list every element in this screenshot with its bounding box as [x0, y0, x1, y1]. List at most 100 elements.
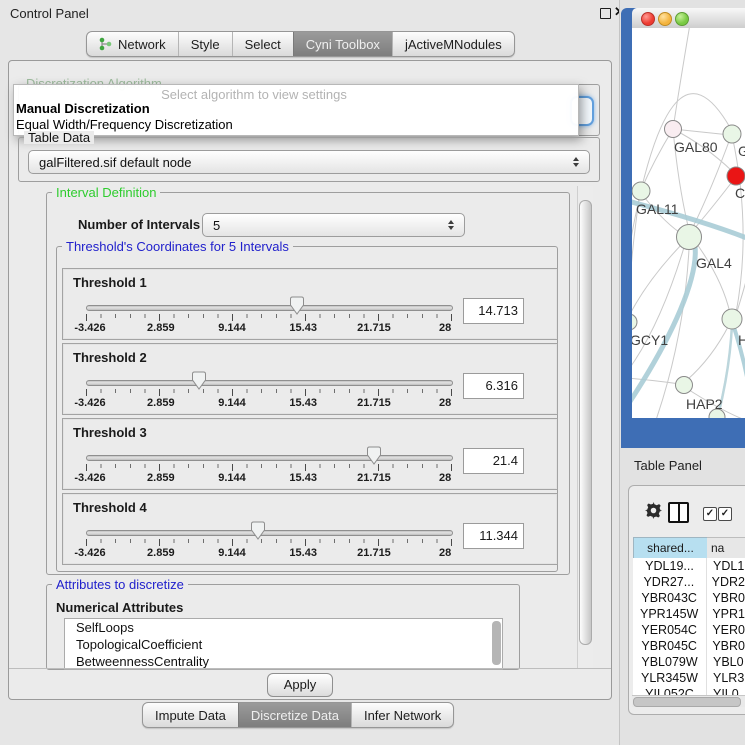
- table-horizontal-scrollbar[interactable]: [632, 695, 745, 707]
- cytoscape-app: Control Panel ✕ Network Style Select Cyn…: [0, 0, 745, 745]
- scrollbar-thumb[interactable]: [579, 200, 592, 645]
- node-gal80[interactable]: [665, 121, 682, 138]
- panel-title: Control Panel: [10, 6, 89, 21]
- table-cell[interactable]: YBR045C: [633, 638, 705, 654]
- tab-cyni-toolbox[interactable]: Cyni Toolbox: [293, 32, 392, 56]
- table-row[interactable]: YBR043CYBR0: [633, 590, 745, 606]
- table-row[interactable]: YDR27...YDR2: [633, 574, 745, 590]
- network-window-titlebar[interactable]: [632, 8, 745, 29]
- threshold-panel: Threshold 1 -3.4262.859 9.14415.43 21.71…: [62, 268, 558, 340]
- node-label: GCY1: [632, 332, 668, 348]
- list-item[interactable]: SelfLoops: [65, 619, 502, 636]
- panel-divider: [619, 0, 620, 745]
- algorithm-hint: Select algorithm to view settings: [14, 87, 494, 102]
- table-cell[interactable]: YBL0: [706, 654, 744, 670]
- list-item[interactable]: TopologicalCoefficient: [65, 636, 502, 653]
- table-row[interactable]: YIL052CYIL0: [633, 686, 745, 695]
- slider-handle[interactable]: [289, 296, 304, 315]
- column-separator: [706, 558, 707, 695]
- table-cell[interactable]: YPR1: [705, 606, 745, 622]
- node-hap2[interactable]: [676, 377, 693, 394]
- table-row[interactable]: YLR345WYLR3: [633, 670, 745, 686]
- threshold-label: Threshold 2: [73, 350, 147, 365]
- split-columns-icon[interactable]: [668, 502, 689, 523]
- scrollbar-thumb[interactable]: [633, 697, 741, 707]
- float-icon[interactable]: [600, 8, 611, 19]
- node-gcy1[interactable]: [632, 314, 637, 330]
- threshold-panel: Threshold 4 -3.4262.859 9.14415.43 21.71…: [62, 493, 558, 565]
- threshold-value-field[interactable]: 6.316: [463, 373, 524, 399]
- checkbox-checked-icon[interactable]: ✓: [703, 507, 717, 521]
- interval-definition-label: Interval Definition: [52, 186, 160, 199]
- table-row[interactable]: YBL079WYBL0: [633, 654, 745, 670]
- tab-impute-data[interactable]: Impute Data: [143, 703, 238, 727]
- tab-style[interactable]: Style: [178, 32, 232, 56]
- node-red-selected[interactable]: [727, 167, 745, 185]
- table-cell[interactable]: YBR0: [705, 638, 745, 654]
- numerical-attributes-list: SelfLoops TopologicalCoefficient Between…: [64, 618, 503, 670]
- node-h[interactable]: [722, 309, 742, 329]
- slider-handle[interactable]: [192, 371, 207, 390]
- tab-jactivemnodules[interactable]: jActiveMNodules: [392, 32, 514, 56]
- column-header-name[interactable]: na: [707, 537, 745, 559]
- table-row[interactable]: YBR045CYBR0: [633, 638, 745, 654]
- table-cell[interactable]: YIL0: [706, 686, 739, 695]
- number-of-intervals-label: Number of Intervals: [78, 217, 200, 232]
- table-cell[interactable]: YER054C: [633, 622, 705, 638]
- slider-handle[interactable]: [367, 446, 382, 465]
- slider-scale: -3.4262.859 9.14415.43 21.71528: [86, 397, 451, 409]
- tab-infer-network[interactable]: Infer Network: [351, 703, 453, 727]
- node-gal4[interactable]: [677, 225, 702, 250]
- threshold-value-field[interactable]: 21.4: [463, 448, 524, 474]
- table-panel-title: Table Panel: [634, 458, 702, 473]
- table-data-value: galFiltered.sif default node: [29, 155, 569, 170]
- number-of-intervals-value: 5: [203, 218, 444, 233]
- table-cell[interactable]: YPR145W: [633, 606, 705, 622]
- number-of-intervals-combo[interactable]: 5: [202, 213, 465, 237]
- table-cell[interactable]: YBR0: [705, 590, 745, 606]
- zoom-traffic-light-icon[interactable]: [675, 12, 689, 26]
- settings-vertical-scrollbar[interactable]: [577, 186, 593, 668]
- table-row[interactable]: YPR145WYPR1: [633, 606, 745, 622]
- spinner-arrows-icon: [444, 220, 458, 230]
- checkbox-checked-icon[interactable]: ✓: [718, 507, 732, 521]
- cyni-mode-tabs: Impute Data Discretize Data Infer Networ…: [142, 702, 454, 728]
- threshold-value-field[interactable]: 11.344: [463, 523, 524, 549]
- threshold-panel: Threshold 2 -3.4262.859 9.14415.43 21.71…: [62, 343, 558, 415]
- node-ga[interactable]: [723, 125, 741, 143]
- apply-button[interactable]: Apply: [267, 673, 333, 697]
- table-cell[interactable]: YBR043C: [633, 590, 705, 606]
- tab-discretize-data[interactable]: Discretize Data: [238, 703, 351, 727]
- threshold-value-field[interactable]: 14.713: [463, 298, 524, 324]
- table-data-combo[interactable]: galFiltered.sif default node: [28, 150, 590, 174]
- gear-icon[interactable]: [645, 502, 662, 522]
- table-row[interactable]: YDL19...YDL1: [633, 558, 745, 574]
- table-cell[interactable]: YLR3: [706, 670, 744, 686]
- table-cell[interactable]: YDL19...: [633, 558, 706, 574]
- column-header-shared-name[interactable]: shared...: [633, 537, 708, 559]
- close-traffic-light-icon[interactable]: [641, 12, 655, 26]
- control-panel-tabs: Network Style Select Cyni Toolbox jActiv…: [86, 31, 515, 57]
- divider: [9, 668, 611, 669]
- list-scrollbar-thumb[interactable]: [492, 621, 501, 665]
- minimize-traffic-light-icon[interactable]: [658, 12, 672, 26]
- table-cell[interactable]: YBL079W: [633, 654, 706, 670]
- network-view-canvas[interactable]: GAL80 GA C GAL11 GAL4 GCY1 H HAP2: [632, 28, 745, 418]
- thresholds-group-label: Threshold's Coordinates for 5 Intervals: [62, 240, 293, 253]
- table-cell[interactable]: YIL052C: [633, 686, 706, 695]
- table-cell[interactable]: YER0: [705, 622, 745, 638]
- algorithm-option-manual[interactable]: Manual Discretization: [16, 101, 150, 116]
- node-gal11[interactable]: [632, 182, 650, 200]
- table-row[interactable]: YER054CYER0: [633, 622, 745, 638]
- threshold-label: Threshold 1: [73, 275, 147, 290]
- tab-select[interactable]: Select: [232, 32, 293, 56]
- slider-handle[interactable]: [250, 521, 265, 540]
- threshold-label: Threshold 3: [73, 425, 147, 440]
- slider-scale: -3.4262.859 9.14415.43 21.71528: [86, 472, 451, 484]
- table-cell[interactable]: YDR2: [705, 574, 745, 590]
- node-label: GA: [738, 143, 745, 159]
- table-cell[interactable]: YDR27...: [633, 574, 705, 590]
- table-cell[interactable]: YLR345W: [633, 670, 706, 686]
- table-cell[interactable]: YDL1: [706, 558, 744, 574]
- tab-network[interactable]: Network: [87, 32, 178, 56]
